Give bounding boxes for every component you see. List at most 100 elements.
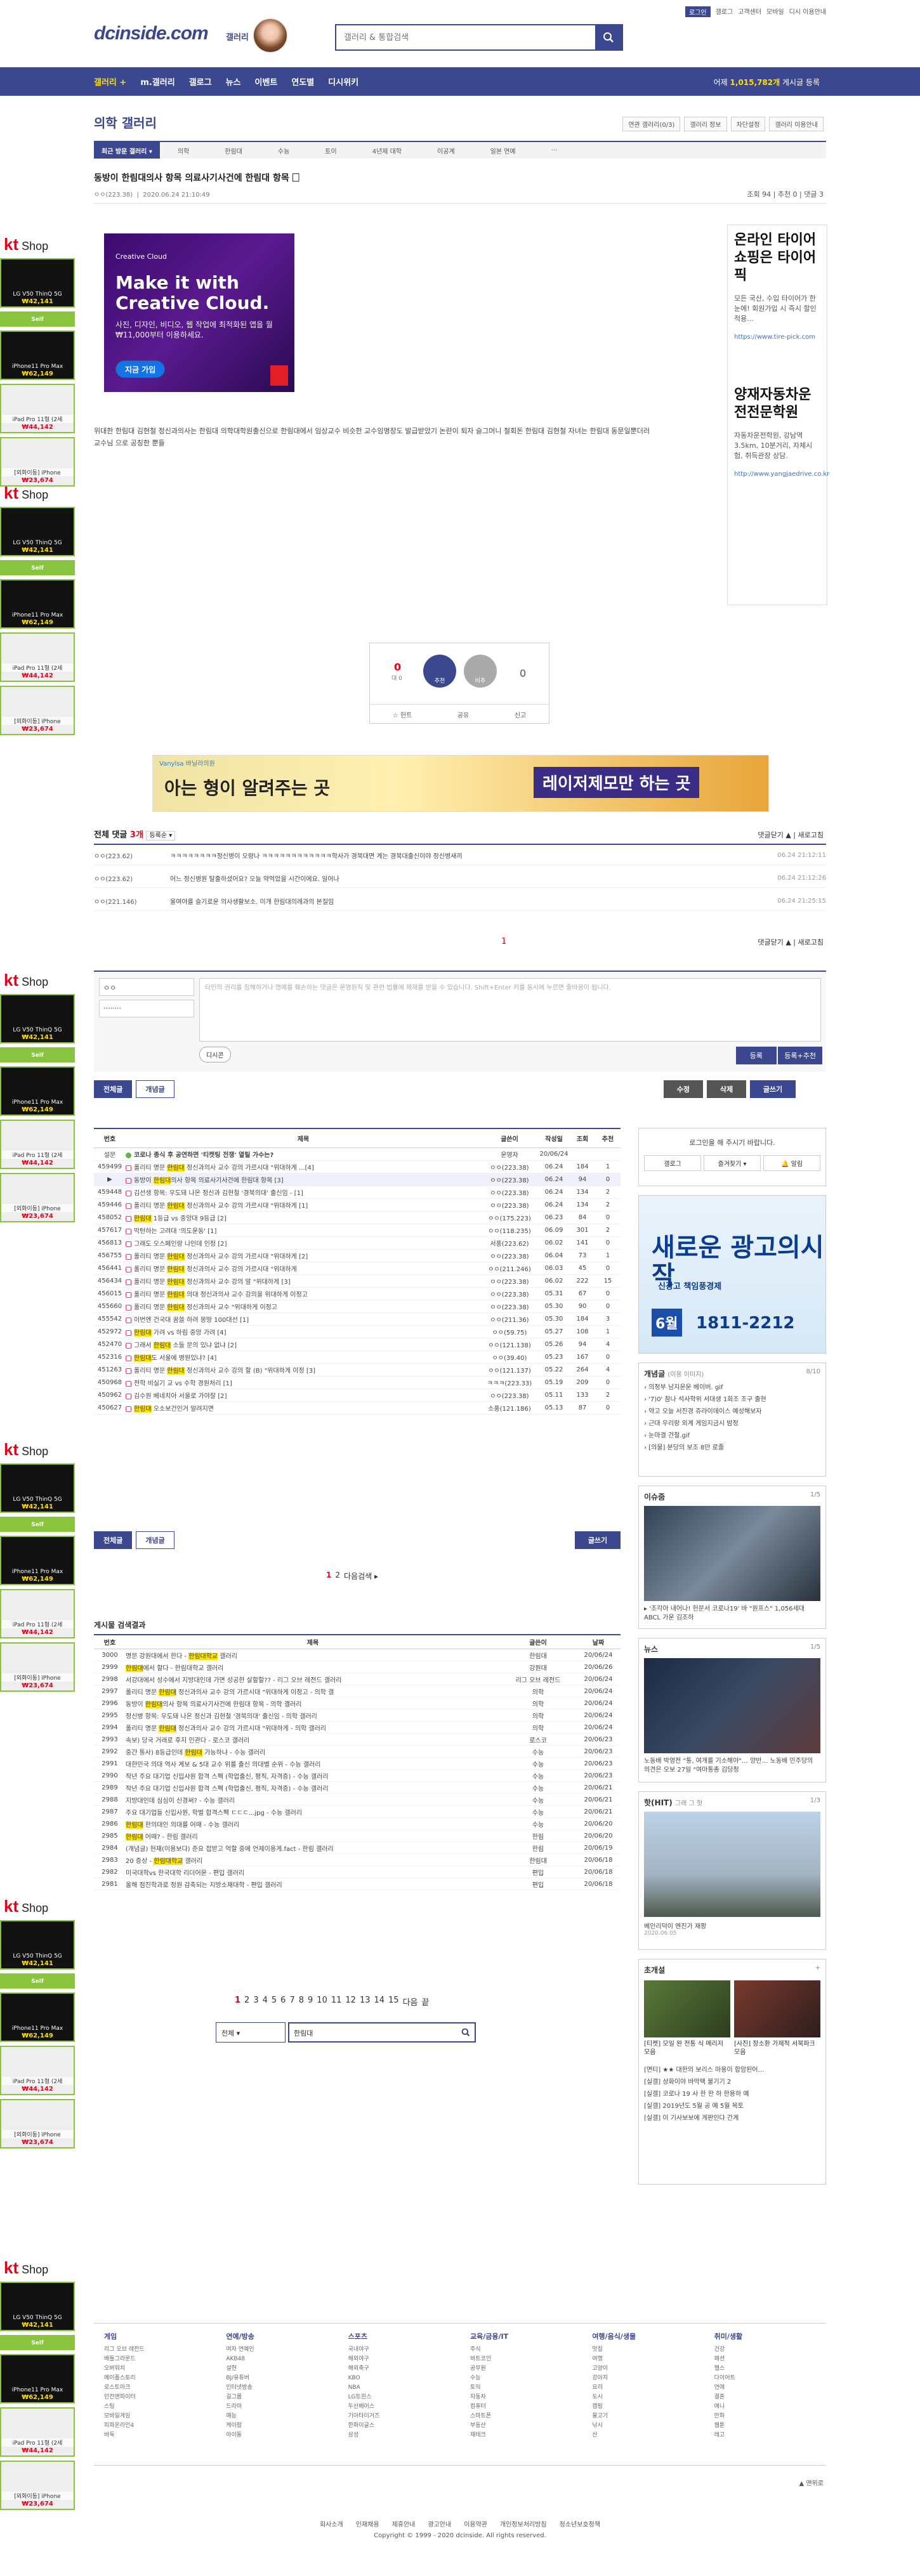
footer-item[interactable]: 연애 <box>714 2383 826 2393</box>
footer-item[interactable]: 메이플스토리 <box>104 2374 216 2383</box>
best-posts-button[interactable]: 개념글 <box>136 1080 174 1098</box>
page-link[interactable]: 8 <box>299 1996 304 2008</box>
post-writer[interactable]: ㅇㅇ(211.36) <box>481 1314 538 1324</box>
result-row[interactable]: 2991 대한민국 의대 역사 계보 & 5대 교수 위를 출신 의대별 순위 -… <box>94 1758 621 1770</box>
post-writer[interactable]: ㅇㅇ(223.38) <box>481 1276 538 1286</box>
result-title[interactable]: 동방이 한림대의사 항목 의료사기사건에 한림대 항목 - 의학 갤러리 <box>126 1699 500 1708</box>
last-page-link[interactable]: 끝 <box>422 1996 430 2008</box>
post-title[interactable]: 한림대 가려 vs 하림 중앙 가려 [4] <box>126 1327 481 1337</box>
kt-product[interactable]: Self <box>0 560 75 575</box>
footer-item[interactable]: 스마트폰 <box>470 2412 582 2421</box>
footer-item[interactable]: 산 <box>592 2431 704 2440</box>
post-writer[interactable]: ㅇㅇ(211.246) <box>481 1264 538 1273</box>
kt-product[interactable]: LG V50 ThinQ 5G ₩42,141 <box>0 1920 75 1970</box>
table-row[interactable]: ▶ 동방이 한림대의사 항목 의료사기사건에 한림대 항목 [3] ㅇㅇ(223.3… <box>94 1174 621 1186</box>
kt-product[interactable]: LG V50 ThinQ 5G ₩42,141 <box>0 2282 75 2331</box>
footer-item[interactable]: 로스트아크 <box>104 2383 216 2393</box>
post-title[interactable]: 그래도 오스페인랑 나인데 인정 [2] <box>126 1238 481 1248</box>
result-row[interactable]: 2992 중간 통사) 8등급인데 한림대 가능하냐 - 수능 갤러리 수능 20/0… <box>94 1746 621 1758</box>
comment-textarea[interactable]: 타인의 권리를 침해하거나 명예를 훼손하는 댓글은 운영원칙 및 관련 법률에… <box>199 978 821 1042</box>
post-writer[interactable]: ㅇㅇ(223.38) <box>481 1162 538 1172</box>
result-gallery[interactable]: 의학 <box>500 1711 576 1720</box>
right-text-ad[interactable]: 온라인 타이어쇼핑은 타이어픽 모든 국산, 수입 타이어가 한눈에! 회원가입… <box>727 225 829 605</box>
footer-item[interactable]: 맛집 <box>592 2345 704 2355</box>
concept-item[interactable]: › [의물] 분당의 보조 8만 로졸 <box>644 1442 820 1454</box>
result-gallery[interactable]: 한림대 <box>500 1651 576 1660</box>
result-row[interactable]: 2999 한림대에서 할다 - 한림대학교 갤러리 강원대 20/06/26 <box>94 1661 621 1673</box>
post-title[interactable]: 폴리티 명문 한림대 정신과의사 교수 강의 가르시대 "위대하게 [1] <box>126 1200 481 1210</box>
post-writer[interactable]: ㅇㅇ(223.38) <box>481 1289 538 1298</box>
kt-product[interactable]: LG V50 ThinQ 5G ₩42,141 <box>0 1463 75 1513</box>
table-row[interactable]: 457617 막턴하는 고려대 '의도운동' [1] ㅇㅇ(118.235) 06.0… <box>94 1224 621 1237</box>
result-gallery[interactable]: 수능 <box>500 1747 576 1756</box>
write-button[interactable]: 글쓰기 <box>575 1531 621 1549</box>
dccon-button[interactable]: 디시콘 <box>199 1047 231 1062</box>
page-link[interactable]: 7 <box>289 1996 294 2008</box>
page-link[interactable]: 15 <box>388 1996 399 2008</box>
footer-item[interactable]: 컴퓨터 <box>470 2402 582 2412</box>
page-link[interactable]: 14 <box>374 1996 384 2008</box>
table-row[interactable]: 456813 그래도 오스페인랑 나인데 인정 [2] 서풍(223.62) 06.0… <box>94 1237 621 1250</box>
event-caption-2[interactable]: [사진] 장소환 가제적 서북파크 모음 <box>734 2040 820 2056</box>
result-gallery[interactable]: 수능 <box>500 1783 576 1793</box>
kt-product[interactable]: [외화이동] iPhone ₩23,674 <box>0 2099 75 2148</box>
footer-column-title[interactable]: 스포츠 <box>348 2331 460 2341</box>
result-title[interactable]: 명문 강원대에서 한다 - 한림대학교 갤러리 <box>126 1651 500 1660</box>
footer-link[interactable]: 광고안내 <box>428 2521 451 2528</box>
table-row[interactable]: 456434 폴리티 명문 한림대 정신과의사 교수 강의 말 "위대하게 [3]… <box>94 1275 621 1288</box>
footer-item[interactable]: 강아지 <box>592 2374 704 2383</box>
footer-item[interactable]: 설현 <box>226 2364 338 2374</box>
footer-item[interactable]: 인터넷방송 <box>226 2383 338 2393</box>
footer-item[interactable]: 결혼 <box>714 2393 826 2402</box>
post-writer[interactable]: 서풍(223.62) <box>481 1238 538 1248</box>
table-row[interactable]: 458052 한림대 1등급 vs 중앙대 9등급 [2] ㅇㅇ(175.223) 0… <box>94 1212 621 1224</box>
footer-item[interactable]: 바둑 <box>104 2431 216 2440</box>
post-title[interactable]: 폴리티 명문 한림대 정신과의사 교수 강의 가르시대 "위대하게 [2] <box>126 1251 481 1260</box>
result-row[interactable]: 2996 동방이 한림대의사 항목 의료사기사건에 한림대 항목 - 의학 갤러리… <box>94 1697 621 1710</box>
footer-item[interactable]: 도시 <box>592 2393 704 2402</box>
post-writer[interactable]: ㅇㅇ(59.75) <box>481 1327 538 1337</box>
result-gallery[interactable]: 편입 <box>500 1880 576 1889</box>
result-row[interactable]: 2981 올해 점진학과로 정원 감축되는 지방소재대학 - 편입 갤러리 편입 20… <box>94 1878 621 1890</box>
kt-product[interactable]: iPhone11 Pro Max ₩62,149 <box>0 1066 75 1116</box>
post-title[interactable]: 막턴하는 고려대 '의도운동' [1] <box>126 1226 481 1235</box>
kt-product[interactable]: Self <box>0 1973 75 1989</box>
search-input[interactable] <box>336 25 595 49</box>
footer-item[interactable]: 헬스 <box>714 2364 826 2374</box>
event-item[interactable]: [실갤] 코로나 19 사 한 한 하 한용하 예 <box>644 2088 820 2100</box>
page-link[interactable]: 3 <box>253 1996 258 2008</box>
kt-product[interactable]: [외화이동] iPhone ₩23,674 <box>0 437 75 487</box>
page-link[interactable]: 12 <box>345 1996 356 2008</box>
result-title[interactable]: 지방대인데 심심이 신경써? - 수능 갤러리 <box>126 1795 500 1805</box>
result-row[interactable]: 2994 폴리티 명문 한림대 정신과의사 교수 강의 가르시대 "위대하게 - … <box>94 1722 621 1734</box>
gallery-tab[interactable]: 의학 <box>160 146 207 155</box>
result-title[interactable]: 정신병 항목: 우도돼 나온 정신과 김현철 '경북의대' 출신임 - 의학 갤… <box>126 1711 500 1720</box>
footer-item[interactable]: 배틀그라운드 <box>104 2355 216 2364</box>
kt-product[interactable]: [외화이동] iPhone ₩23,674 <box>0 2461 75 2510</box>
kt-shop-ad[interactable]: kt Shop LG V50 ThinQ 5G ₩42,141 Self iPhone1… <box>0 483 75 735</box>
post-writer[interactable]: ㅇㅇ(118.235) <box>481 1226 538 1235</box>
kt-product[interactable]: LG V50 ThinQ 5G ₩42,141 <box>0 507 75 556</box>
footer-column-title[interactable]: 취미/생활 <box>714 2331 826 2341</box>
gallery-tab[interactable]: 일본 연예 <box>473 146 534 155</box>
footer-item[interactable]: 공무원 <box>470 2364 582 2374</box>
post-title[interactable]: 동방이 한림대의사 항목 의료사기사건에 한림대 항목 [3] <box>126 1175 481 1184</box>
footer-item[interactable]: 오버워치 <box>104 2364 216 2374</box>
result-gallery[interactable]: 수능 <box>500 1759 576 1769</box>
gallery-tab[interactable]: 이공계 <box>419 146 473 155</box>
footer-item[interactable]: 요리 <box>592 2383 704 2393</box>
result-row[interactable]: 2984 (개념글) 현재(이용보다) 준요 접받고 억할 중에 언제이용게.fa… <box>94 1842 621 1854</box>
result-title[interactable]: 한림대 어때? - 한림 갤러리 <box>126 1831 500 1841</box>
post-writer[interactable]: ㅇㅇ(223.38) <box>481 1390 538 1400</box>
result-gallery[interactable]: 수능 <box>500 1771 576 1781</box>
footer-item[interactable]: 부동산 <box>470 2421 582 2431</box>
comment-id-field[interactable]: ㅇㅇ <box>99 978 194 996</box>
result-row[interactable]: 3000 명문 강원대에서 한다 - 한림대학교 갤러리 한림대 20/06/24 <box>94 1649 621 1661</box>
page-link[interactable]: 4 <box>263 1996 268 2008</box>
comment-pager[interactable]: 1 <box>501 937 506 946</box>
event-item[interactable]: [실갤] 상화이야 바막택 불기기 2 <box>644 2076 820 2088</box>
page-link[interactable]: 2 <box>335 1571 340 1581</box>
result-row[interactable]: 2985 한림대 어때? - 한림 갤러리 한림 20/06/20 <box>94 1830 621 1842</box>
footer-item[interactable]: 피파온라인4 <box>104 2421 216 2431</box>
footer-item[interactable]: 드라마 <box>226 2402 338 2412</box>
